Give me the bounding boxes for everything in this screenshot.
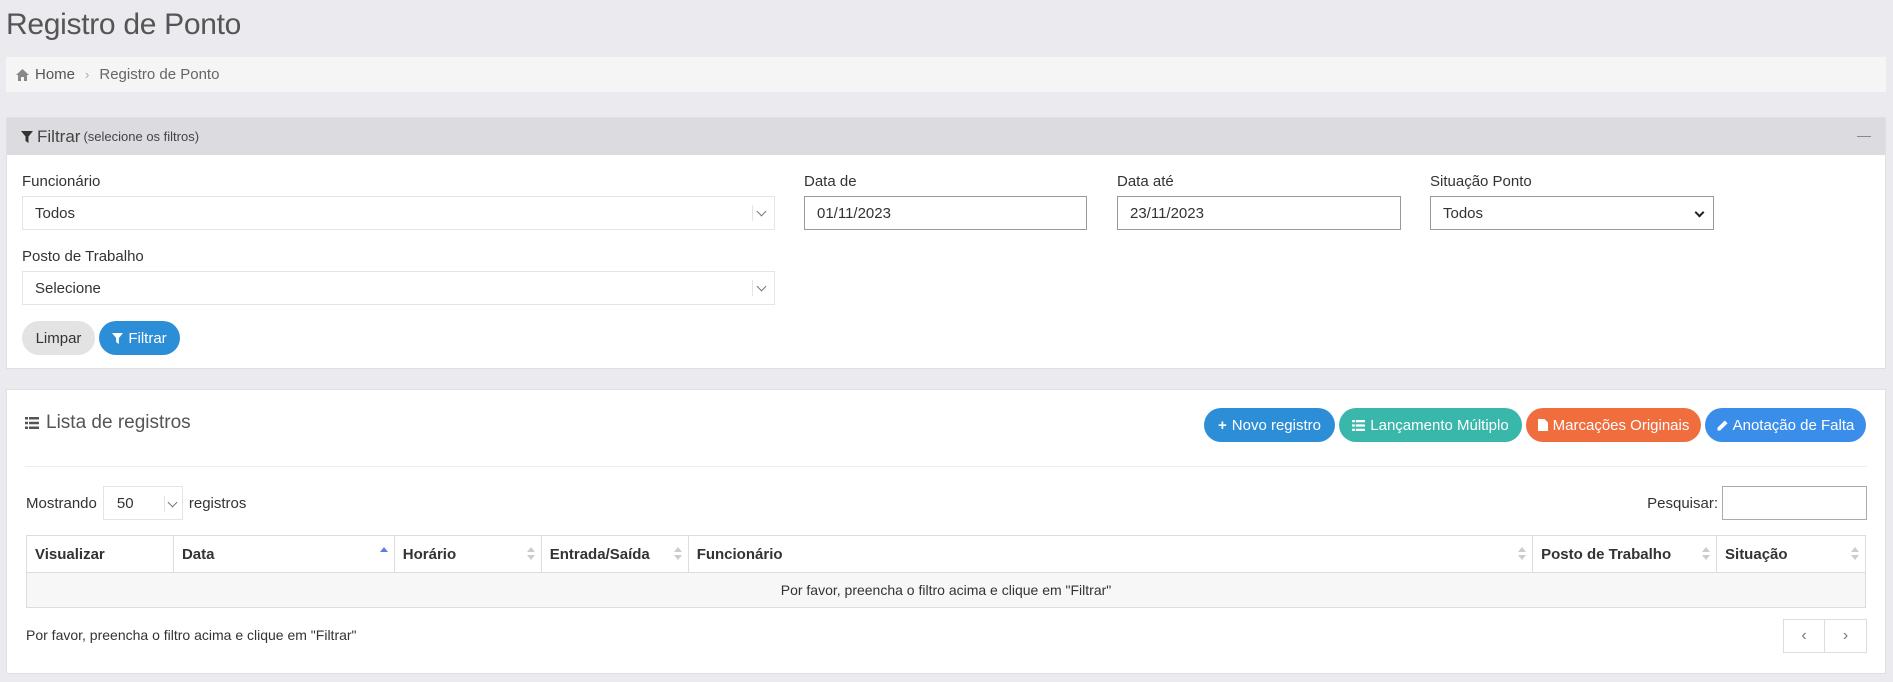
status-select-value: Todos — [1443, 204, 1484, 222]
filter-title: Filtrar — [37, 126, 81, 146]
breadcrumb-current: Registro de Ponto — [99, 66, 220, 83]
column-label: Funcionário — [696, 545, 783, 563]
employee-select-value: Todos — [35, 204, 76, 222]
home-icon — [16, 68, 29, 81]
chevron-right-icon: › — [85, 67, 90, 82]
list-title: Lista de registros — [25, 412, 191, 434]
column-header-horario[interactable]: Horário — [393, 535, 542, 573]
original-marks-label: Marcações Originais — [1552, 416, 1690, 434]
search-control: Pesquisar: — [1647, 486, 1867, 520]
search-input[interactable] — [1722, 486, 1867, 520]
filter-icon — [21, 130, 33, 143]
column-label: Entrada/Saída — [549, 545, 650, 563]
workplace-select[interactable]: Selecione — [22, 271, 775, 305]
workplace-label: Posto de Trabalho — [22, 248, 144, 265]
sort-icon — [1702, 547, 1711, 561]
date-from-input[interactable]: 01/11/2023 — [804, 196, 1087, 230]
status-select[interactable]: Todos — [1430, 196, 1714, 230]
breadcrumb-home[interactable]: Home — [16, 66, 75, 83]
clear-button-label: Limpar — [35, 329, 82, 347]
page-title: Registro de Ponto — [6, 8, 242, 41]
pencil-icon — [1717, 419, 1728, 431]
multiple-entry-button[interactable]: Lançamento Múltiplo — [1339, 408, 1522, 442]
divider — [25, 466, 1867, 467]
employee-select[interactable]: Todos — [22, 196, 775, 230]
next-page-button[interactable]: › — [1825, 619, 1867, 653]
workplace-select-value: Selecione — [35, 279, 101, 297]
column-label: Posto de Trabalho — [1541, 545, 1672, 563]
sort-asc-icon — [379, 547, 388, 561]
multiple-entry-label: Lançamento Múltiplo — [1370, 416, 1509, 434]
column-label: Situação — [1725, 545, 1788, 563]
filter-icon — [112, 332, 124, 344]
breadcrumb-home-label: Home — [35, 66, 76, 83]
filter-button[interactable]: Filtrar — [99, 321, 180, 355]
filter-panel-header[interactable]: Filtrar (selecione os filtros) — [7, 118, 1885, 155]
column-header-entrada-saida[interactable]: Entrada/Saída — [540, 535, 689, 573]
plus-icon: + — [1218, 416, 1227, 434]
sort-icon — [526, 547, 535, 561]
absence-note-button[interactable]: Anotação de Falta — [1705, 408, 1866, 442]
table-header-row: Visualizar Data Horário Entrada/Saída Fu… — [26, 535, 1866, 573]
date-to-input[interactable]: 23/11/2023 — [1117, 196, 1401, 230]
chevron-down-icon — [163, 496, 178, 512]
collapse-icon[interactable] — [1857, 136, 1871, 137]
filter-subtitle: (selecione os filtros) — [83, 129, 200, 144]
filter-button-label: Filtrar — [128, 329, 167, 347]
chevron-down-icon — [752, 205, 768, 221]
date-from-value: 01/11/2023 — [817, 204, 891, 222]
table-info: Por favor, preencha o filtro acima e cli… — [26, 627, 357, 643]
sort-icon — [1518, 547, 1527, 561]
original-marks-button[interactable]: Marcações Originais — [1526, 408, 1701, 442]
column-header-visualizar[interactable]: Visualizar — [26, 535, 174, 573]
clear-button[interactable]: Limpar — [22, 321, 95, 355]
date-from-label: Data de — [804, 173, 857, 190]
filter-panel: Filtrar (selecione os filtros) Funcionár… — [6, 117, 1886, 369]
column-label: Data — [181, 545, 215, 563]
records-table: Visualizar Data Horário Entrada/Saída Fu… — [26, 535, 1866, 608]
chevron-left-icon: ‹ — [1801, 627, 1807, 644]
pagination: ‹ › — [1783, 619, 1867, 653]
file-icon — [1537, 419, 1548, 431]
status-label: Situação Ponto — [1430, 173, 1532, 190]
column-header-situacao[interactable]: Situação — [1716, 535, 1866, 573]
chevron-down-icon — [1694, 207, 1705, 218]
list-panel: Lista de registros + Novo registro Lança… — [6, 389, 1886, 674]
list-icon — [25, 417, 39, 429]
column-label: Visualizar — [35, 545, 105, 563]
breadcrumb: Home › Registro de Ponto — [6, 57, 1886, 92]
table-row: Por favor, preencha o filtro acima e cli… — [26, 572, 1866, 608]
empty-message: Por favor, preencha o filtro acima e cli… — [26, 572, 1866, 608]
date-to-value: 23/11/2023 — [1130, 204, 1204, 222]
list-title-label: Lista de registros — [46, 412, 191, 433]
employee-label: Funcionário — [22, 173, 101, 190]
new-record-button[interactable]: + Novo registro — [1204, 408, 1335, 442]
chevron-right-icon: › — [1842, 627, 1849, 644]
column-header-funcionario[interactable]: Funcionário — [687, 535, 1534, 573]
column-header-posto[interactable]: Posto de Trabalho — [1532, 535, 1718, 573]
page-length-select[interactable]: 50 — [102, 486, 183, 520]
column-header-data[interactable]: Data — [172, 535, 395, 573]
sort-icon — [1851, 547, 1859, 561]
search-label: Pesquisar: — [1647, 494, 1718, 512]
length-prefix: Mostrando — [26, 494, 97, 512]
sort-icon — [673, 547, 682, 561]
previous-page-button[interactable]: ‹ — [1783, 619, 1825, 653]
page-length-control: Mostrando 50 registros — [26, 486, 246, 520]
chevron-down-icon — [752, 280, 768, 296]
date-to-label: Data até — [1117, 173, 1174, 190]
list-icon — [1352, 419, 1366, 431]
length-suffix: registros — [188, 494, 247, 512]
absence-note-label: Anotação de Falta — [1732, 416, 1855, 434]
page-length-value: 50 — [116, 494, 134, 512]
new-record-label: Novo registro — [1231, 416, 1321, 434]
column-label: Horário — [402, 545, 457, 563]
